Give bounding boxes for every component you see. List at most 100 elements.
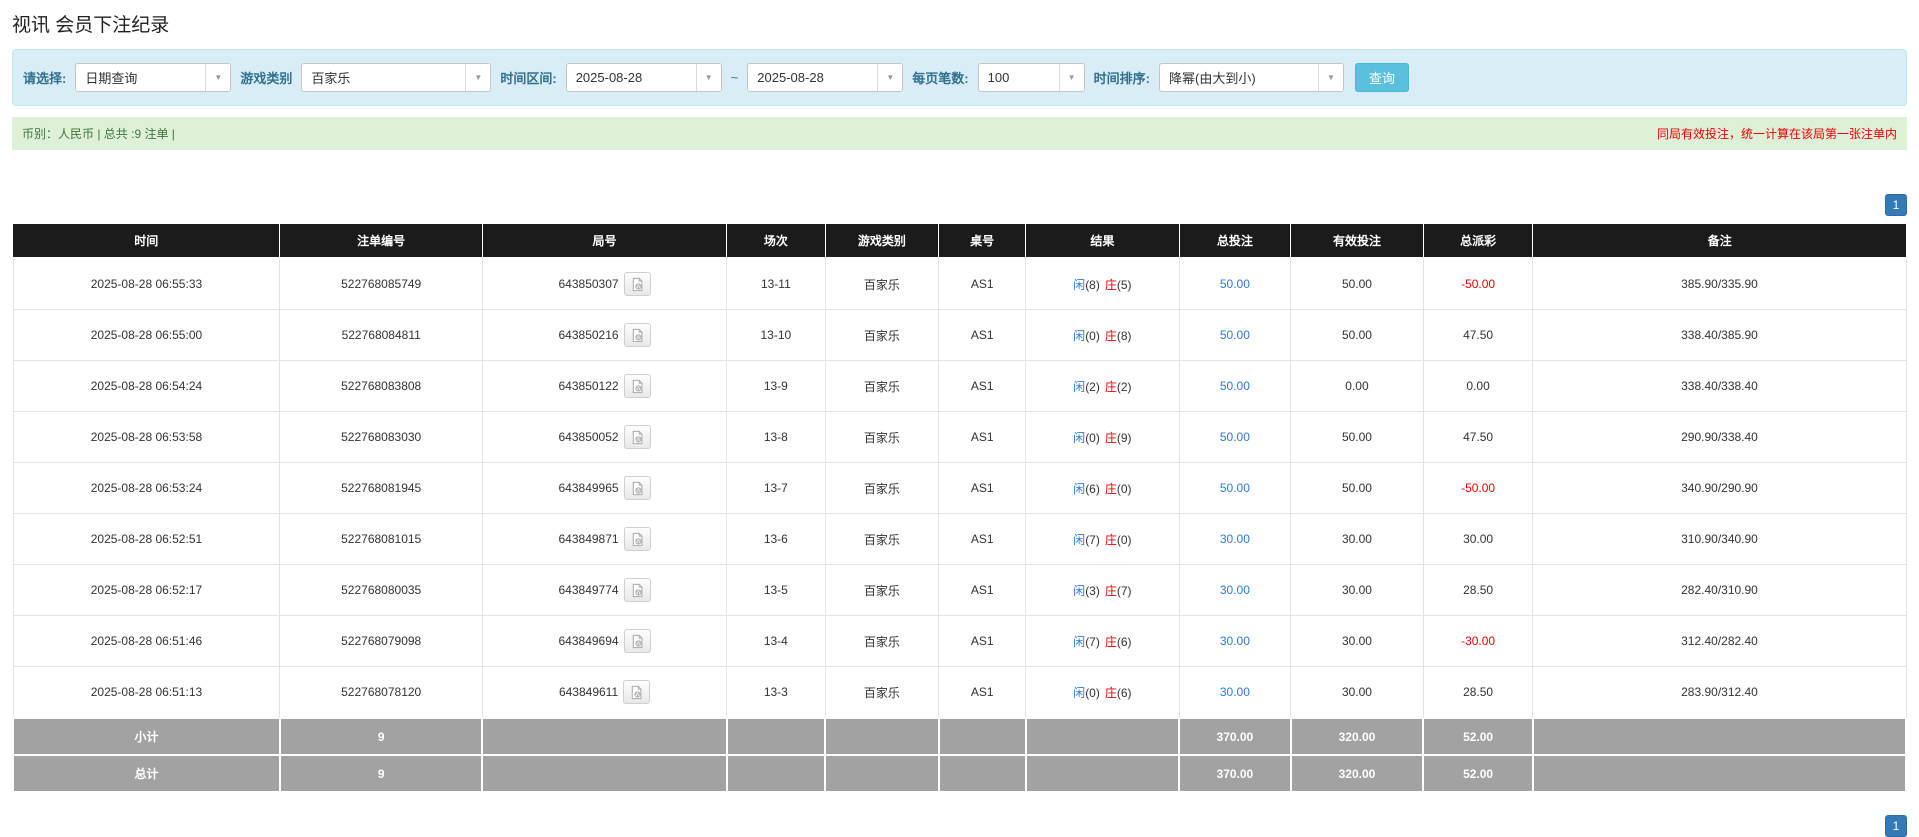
payout-value: 28.50 [1463, 685, 1494, 699]
table-number-cell: AS1 [938, 615, 1027, 667]
payout-value: 47.50 [1463, 430, 1494, 444]
payout-cell: 28.50 [1422, 666, 1534, 719]
result-cell: 闲(3) 庄(7) [1025, 564, 1180, 616]
time-cell: 2025-08-28 06:55:00 [12, 309, 281, 361]
session-cell: 13-4 [726, 615, 826, 667]
column-header-total-bet: 总投注 [1178, 224, 1291, 259]
page: 视讯 会员下注纪录 请选择: 日期查询 ▼ 游戏类别 百家乐 ▼ 时间区间: 2… [0, 0, 1919, 837]
total-count: 9 [278, 754, 484, 793]
page-button-1[interactable]: 1 [1885, 194, 1907, 216]
result-player: 闲 [1073, 481, 1086, 496]
result-banker-count: (2) [1116, 379, 1132, 394]
total-valid-bet: 320.00 [1289, 754, 1425, 793]
valid-bet-cell: 30.00 [1290, 513, 1424, 565]
total-bet-cell: 50.00 [1178, 257, 1292, 310]
time-sort-select[interactable]: 降幂(由大到小) ▼ [1158, 63, 1344, 92]
table-row: 2025-08-28 06:54:24 522768083808 6438501… [12, 360, 1907, 412]
total-total-bet: 370.00 [1178, 754, 1292, 793]
video-replay-button[interactable] [623, 629, 651, 653]
table-row: 2025-08-28 06:51:13 522768078120 6438496… [12, 666, 1907, 719]
total-bet-link[interactable]: 30.00 [1220, 583, 1250, 597]
chevron-down-icon[interactable]: ▼ [205, 64, 231, 91]
table-row: 2025-08-28 06:52:17 522768080035 6438497… [12, 564, 1907, 616]
time-sort-label: 时间排序: [1093, 71, 1150, 86]
table-header: 时间 注单编号 局号 场次 游戏类别 桌号 结果 总投注 有效投注 总派彩 备注 [13, 224, 1906, 259]
session-cell: 13-9 [726, 360, 826, 412]
chevron-down-icon[interactable]: ▼ [877, 64, 903, 91]
total-bet-link[interactable]: 50.00 [1220, 430, 1250, 444]
result-player-count: (2) [1085, 379, 1100, 394]
game-category-value: 百家乐 [311, 71, 351, 86]
round-number: 643850052 [558, 430, 619, 444]
film-icon [632, 430, 643, 444]
pagination-bottom: 1 [12, 815, 1907, 837]
total-label: 总计 [12, 754, 281, 793]
result-banker: 庄 [1104, 634, 1117, 649]
query-type-select[interactable]: 日期查询 ▼ [75, 63, 232, 92]
time-cell: 2025-08-28 06:51:13 [12, 666, 281, 719]
payout-cell: 0.00 [1422, 360, 1534, 412]
total-bet-link[interactable]: 50.00 [1220, 328, 1250, 342]
subtotal-count: 9 [278, 717, 484, 756]
date-from-value: 2025-08-28 [575, 70, 643, 85]
time-cell: 2025-08-28 06:51:46 [12, 615, 281, 667]
session-cell: 13-8 [726, 411, 826, 463]
round-cell: 643850052 [481, 411, 728, 463]
column-header-valid-bet: 有效投注 [1290, 224, 1424, 259]
game-category-select[interactable]: 百家乐 ▼ [301, 63, 492, 92]
payout-cell: -30.00 [1422, 615, 1534, 667]
video-replay-button[interactable] [623, 527, 651, 551]
date-to-select[interactable]: 2025-08-28 ▼ [747, 63, 904, 92]
valid-bet-cell: 50.00 [1290, 257, 1424, 310]
total-bet-link[interactable]: 50.00 [1220, 379, 1250, 393]
game-cell: 百家乐 [824, 564, 940, 616]
total-bet-link[interactable]: 50.00 [1220, 481, 1250, 495]
payout-value: 30.00 [1463, 532, 1494, 546]
total-bet-link[interactable]: 30.00 [1220, 685, 1250, 699]
valid-bet-cell: 0.00 [1290, 360, 1424, 412]
game-cell: 百家乐 [824, 666, 940, 719]
video-replay-button[interactable] [623, 323, 651, 347]
table-number-cell: AS1 [938, 309, 1027, 361]
subtotal-row: 小计 9 370.00 320.00 52.00 [12, 717, 1908, 756]
bet-id-cell: 522768080035 [279, 564, 483, 616]
chevron-down-icon[interactable]: ▼ [695, 64, 721, 91]
video-replay-button[interactable] [623, 374, 651, 398]
payout-cell: 47.50 [1422, 309, 1534, 361]
chevron-down-icon[interactable]: ▼ [1317, 64, 1343, 91]
remark-cell: 290.90/338.40 [1532, 411, 1907, 463]
video-replay-button[interactable] [623, 425, 651, 449]
video-replay-button[interactable] [623, 272, 651, 296]
video-replay-button[interactable] [623, 476, 651, 500]
game-cell: 百家乐 [824, 257, 940, 310]
result-cell: 闲(0) 庄(6) [1025, 666, 1180, 719]
bet-id-cell: 522768085749 [279, 257, 483, 310]
video-replay-button[interactable] [623, 578, 651, 602]
table-number-cell: AS1 [938, 666, 1027, 719]
bet-id-cell: 522768081015 [279, 513, 483, 565]
chevron-down-icon[interactable]: ▼ [465, 64, 491, 91]
query-button[interactable]: 查询 [1354, 63, 1409, 92]
result-banker: 庄 [1104, 583, 1117, 598]
total-bet-cell: 30.00 [1178, 513, 1292, 565]
page-size-label: 每页笔数: [912, 71, 969, 86]
date-from-select[interactable]: 2025-08-28 ▼ [565, 63, 722, 92]
page-button-1[interactable]: 1 [1885, 815, 1907, 837]
subtotal-valid-bet: 320.00 [1289, 717, 1425, 756]
table-row: 2025-08-28 06:52:51 522768081015 6438498… [12, 513, 1907, 565]
video-replay-button[interactable] [623, 680, 651, 704]
table-row: 2025-08-28 06:55:00 522768084811 6438502… [12, 309, 1907, 361]
result-player-count: (0) [1085, 685, 1100, 700]
result-banker: 庄 [1104, 277, 1117, 292]
game-category-label: 游戏类别 [240, 71, 293, 86]
chevron-down-icon[interactable]: ▼ [1058, 64, 1084, 91]
page-size-select[interactable]: 100 ▼ [977, 63, 1085, 92]
result-player: 闲 [1073, 583, 1086, 598]
time-cell: 2025-08-28 06:54:24 [12, 360, 281, 412]
round-cell: 643849611 [481, 666, 728, 719]
total-bet-link[interactable]: 50.00 [1220, 277, 1250, 291]
bets-table: 时间 注单编号 局号 场次 游戏类别 桌号 结果 总投注 有效投注 总派彩 备注… [12, 224, 1908, 793]
remark-cell: 340.90/290.90 [1532, 462, 1907, 514]
total-bet-link[interactable]: 30.00 [1220, 634, 1250, 648]
total-bet-link[interactable]: 30.00 [1220, 532, 1250, 546]
